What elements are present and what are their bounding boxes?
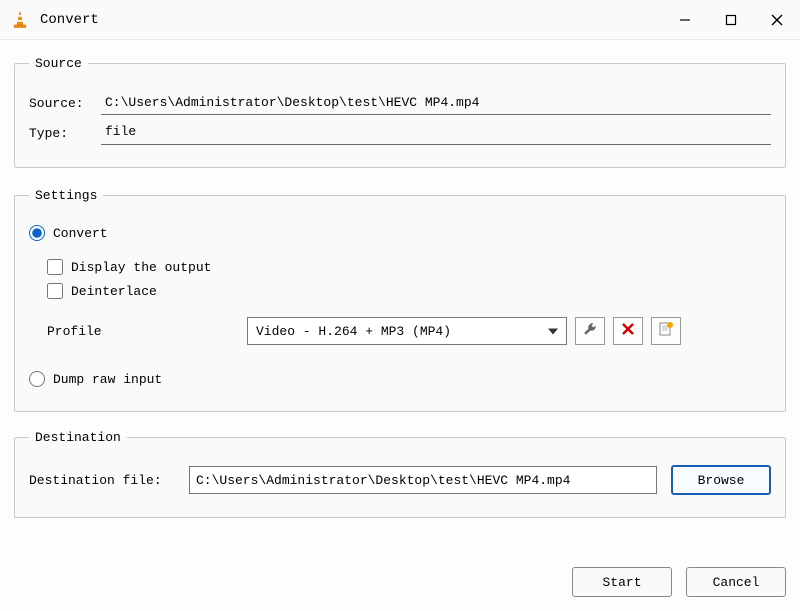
window-title: Convert [40, 12, 662, 28]
destination-group: Destination Destination file: Browse [14, 430, 786, 518]
wrench-icon [582, 321, 598, 341]
edit-profile-button[interactable] [575, 317, 605, 345]
delete-profile-button[interactable] [613, 317, 643, 345]
destination-legend: Destination [29, 430, 127, 445]
cancel-button[interactable]: Cancel [686, 567, 786, 597]
type-value: file [101, 121, 771, 145]
deinterlace-checkbox[interactable] [47, 283, 63, 299]
destination-input[interactable] [189, 466, 657, 494]
display-output-label: Display the output [71, 260, 211, 275]
cross-icon [621, 322, 635, 340]
convert-radio-label: Convert [53, 226, 108, 241]
titlebar: Convert [0, 0, 800, 40]
dump-radio[interactable] [29, 371, 45, 387]
close-button[interactable] [754, 0, 800, 40]
profile-select[interactable]: Video - H.264 + MP3 (MP4) [247, 317, 567, 345]
deinterlace-row[interactable]: Deinterlace [47, 283, 771, 299]
chevron-down-icon [548, 324, 558, 339]
convert-dialog: Convert Source Source: Type: file Settin… [0, 0, 800, 611]
dump-radio-row[interactable]: Dump raw input [29, 371, 771, 387]
source-group: Source Source: Type: file [14, 56, 786, 168]
maximize-button[interactable] [708, 0, 754, 40]
vlc-cone-icon [10, 10, 30, 30]
minimize-button[interactable] [662, 0, 708, 40]
type-label: Type: [29, 126, 101, 141]
profile-select-value: Video - H.264 + MP3 (MP4) [256, 324, 451, 339]
source-legend: Source [29, 56, 88, 71]
new-document-icon [658, 321, 674, 341]
new-profile-button[interactable] [651, 317, 681, 345]
dialog-footer: Start Cancel [0, 559, 800, 611]
display-output-row[interactable]: Display the output [47, 259, 771, 275]
profile-label: Profile [47, 324, 247, 339]
convert-radio[interactable] [29, 225, 45, 241]
content-area: Source Source: Type: file Settings Conve… [0, 40, 800, 559]
browse-button[interactable]: Browse [671, 465, 771, 495]
settings-legend: Settings [29, 188, 103, 203]
convert-radio-row[interactable]: Convert [29, 225, 771, 241]
source-input[interactable] [101, 91, 771, 115]
display-output-checkbox[interactable] [47, 259, 63, 275]
settings-group: Settings Convert Display the output Dein… [14, 188, 786, 412]
destination-label: Destination file: [29, 473, 189, 488]
start-button[interactable]: Start [572, 567, 672, 597]
deinterlace-label: Deinterlace [71, 284, 157, 299]
dump-radio-label: Dump raw input [53, 372, 162, 387]
source-label: Source: [29, 96, 101, 111]
